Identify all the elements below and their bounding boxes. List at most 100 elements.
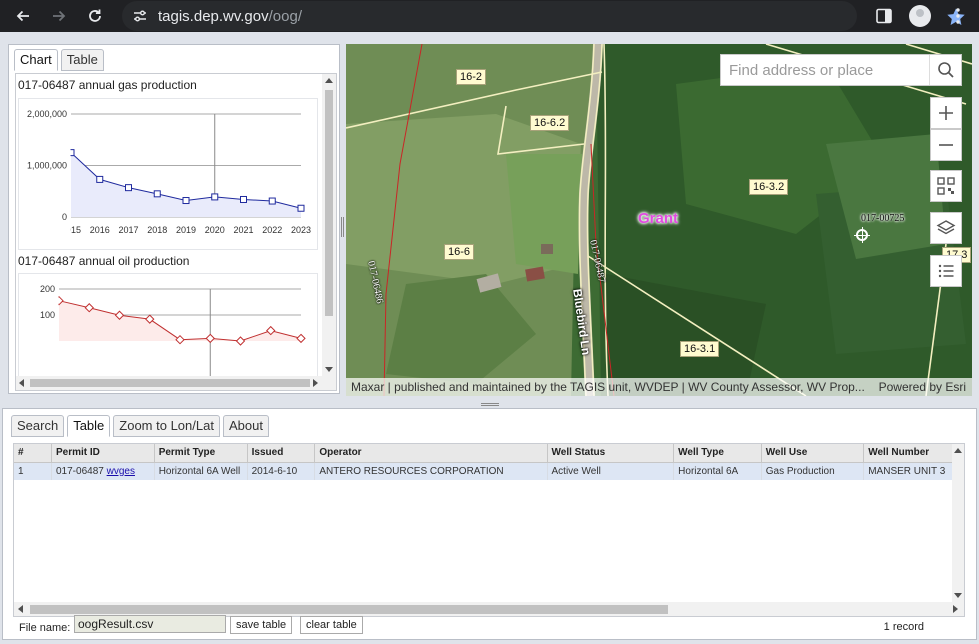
tab-about[interactable]: About xyxy=(222,415,269,437)
plus-icon xyxy=(939,106,953,120)
data-point xyxy=(153,190,161,198)
column-header[interactable]: Operator xyxy=(314,444,548,463)
chart-scroll-area[interactable]: 017-06487 annual gas production 0 1,000,0… xyxy=(15,73,337,391)
table-row[interactable]: 1 017-06487 wvges Horizontal 6A Well 201… xyxy=(14,462,964,480)
scroll-thumb[interactable] xyxy=(325,90,333,316)
arrow-left-icon xyxy=(16,10,29,22)
column-header[interactable]: Well Type xyxy=(673,444,762,463)
scroll-left-arrow[interactable] xyxy=(18,605,23,613)
layers-button[interactable] xyxy=(930,212,962,244)
tab-search[interactable]: Search xyxy=(11,415,65,437)
oil-chart-svg: 100200100200 xyxy=(19,274,306,382)
scroll-right-arrow[interactable] xyxy=(953,605,958,613)
cell-num: 1 xyxy=(14,462,52,480)
search-icon xyxy=(937,62,954,78)
file-name-input[interactable] xyxy=(74,615,226,633)
data-point xyxy=(96,175,104,183)
tab-table[interactable]: Table xyxy=(60,49,104,71)
series-area xyxy=(71,152,301,217)
column-header[interactable]: Well Use xyxy=(761,444,865,463)
address-bar[interactable]: tagis.dep.wv.gov/oog/ xyxy=(122,1,965,31)
map-attribution: Maxar | published and maintained by the … xyxy=(346,378,972,396)
tab-zoom-to-lon-lat[interactable]: Zoom to Lon/Lat xyxy=(113,415,220,437)
scroll-down-arrow[interactable] xyxy=(954,593,962,598)
forward-button[interactable] xyxy=(47,4,71,28)
table-header-row: # Permit ID Permit Type Issued Operator … xyxy=(14,444,964,463)
save-table-button[interactable]: save table xyxy=(230,616,293,634)
attribution-text: Maxar | published and maintained by the … xyxy=(351,380,865,394)
gas-chart-svg: 01,000,0002,000,000201520162017201820192… xyxy=(19,99,311,249)
parcel-label[interactable]: 16-3.1 xyxy=(680,341,720,357)
wvges-link[interactable]: wvges xyxy=(107,466,135,477)
column-header[interactable]: Permit ID xyxy=(51,444,155,463)
map-view[interactable]: 16-2 16-6.2 16-3.2 16-6 16-3.1 17.3 Gran… xyxy=(346,44,972,396)
minus-icon xyxy=(939,144,953,146)
column-header[interactable]: Well Number xyxy=(863,444,964,463)
arrow-right-icon xyxy=(53,10,66,22)
column-header[interactable]: Well Status xyxy=(547,444,675,463)
column-header[interactable]: Permit Type xyxy=(154,444,248,463)
scroll-up-arrow[interactable] xyxy=(325,78,333,83)
scroll-left-arrow[interactable] xyxy=(19,379,24,387)
oil-chart: 100200100200 xyxy=(18,273,318,383)
side-panel-icon[interactable] xyxy=(874,6,894,26)
y-tick-label: 0 xyxy=(62,212,67,222)
clear-table-button[interactable]: clear table xyxy=(300,616,363,634)
parcel-label[interactable]: 16-6.2 xyxy=(530,115,570,131)
parcel-label[interactable]: 16-6 xyxy=(444,244,475,260)
well-label[interactable]: 017-00725 xyxy=(861,213,904,224)
x-tick-label: 2020 xyxy=(205,225,225,235)
parcel-label[interactable]: 16-3.2 xyxy=(749,179,789,195)
back-button[interactable] xyxy=(11,4,35,28)
data-point xyxy=(205,333,215,344)
scroll-down-arrow[interactable] xyxy=(325,367,333,372)
chart-panel-tabs: Chart Table xyxy=(14,49,104,71)
permit-id-text: 017-06487 xyxy=(56,465,104,477)
x-tick-label: 2019 xyxy=(176,225,196,235)
chart-left-mask xyxy=(19,99,71,249)
zoom-in-button[interactable] xyxy=(930,97,962,129)
vertical-splitter-handle[interactable] xyxy=(341,217,344,237)
well-marker-icon[interactable] xyxy=(854,227,870,243)
scroll-up-arrow[interactable] xyxy=(954,448,962,453)
reload-button[interactable] xyxy=(83,4,107,28)
cell-well-use: Gas Production xyxy=(761,462,865,480)
data-point xyxy=(125,184,132,192)
data-point xyxy=(182,197,190,205)
chart-vertical-scrollbar[interactable] xyxy=(322,74,336,376)
column-header[interactable]: # xyxy=(14,444,52,463)
powered-by-esri[interactable]: Powered by Esri xyxy=(879,378,966,396)
column-header[interactable]: Issued xyxy=(247,444,316,463)
y-tick-label: 1,000,000 xyxy=(27,161,67,171)
oil-chart-title: 017-06487 annual oil production xyxy=(18,254,190,268)
layers-icon xyxy=(936,220,956,235)
table-horizontal-scrollbar[interactable] xyxy=(14,602,964,616)
file-name-label: File name: xyxy=(19,622,71,634)
profile-avatar[interactable] xyxy=(909,5,931,27)
x-tick-label: 2018 xyxy=(147,225,167,235)
tab-chart[interactable]: Chart xyxy=(14,49,58,71)
scroll-thumb[interactable] xyxy=(30,379,310,387)
scroll-right-arrow[interactable] xyxy=(313,379,318,387)
legend-button[interactable] xyxy=(930,255,962,287)
url-path: /oog/ xyxy=(268,8,302,25)
scroll-thumb[interactable] xyxy=(30,605,668,614)
search-button[interactable] xyxy=(929,55,961,85)
zoom-out-button[interactable] xyxy=(930,129,962,161)
chart-horizontal-scrollbar[interactable] xyxy=(16,376,336,390)
qr-locate-button[interactable] xyxy=(930,170,962,202)
table-vertical-scrollbar[interactable] xyxy=(952,444,964,602)
gas-chart: 01,000,0002,000,000201520162017201820192… xyxy=(18,98,318,250)
x-tick-label: 2022 xyxy=(262,225,282,235)
more-menu-icon[interactable] xyxy=(948,6,968,26)
search-input[interactable] xyxy=(721,55,929,85)
app-page: Chart Table 017-06487 annual gas product… xyxy=(0,32,979,644)
data-point xyxy=(235,336,246,346)
site-info-icon[interactable] xyxy=(132,8,148,24)
tab-table[interactable]: Table xyxy=(67,415,111,437)
parcel-label[interactable]: 16-2 xyxy=(456,69,487,85)
results-panel: Search Table Zoom to Lon/Lat About # Per… xyxy=(2,408,977,640)
data-point xyxy=(268,197,276,205)
qr-code-icon xyxy=(937,177,955,195)
horizontal-splitter-handle[interactable] xyxy=(481,403,499,406)
